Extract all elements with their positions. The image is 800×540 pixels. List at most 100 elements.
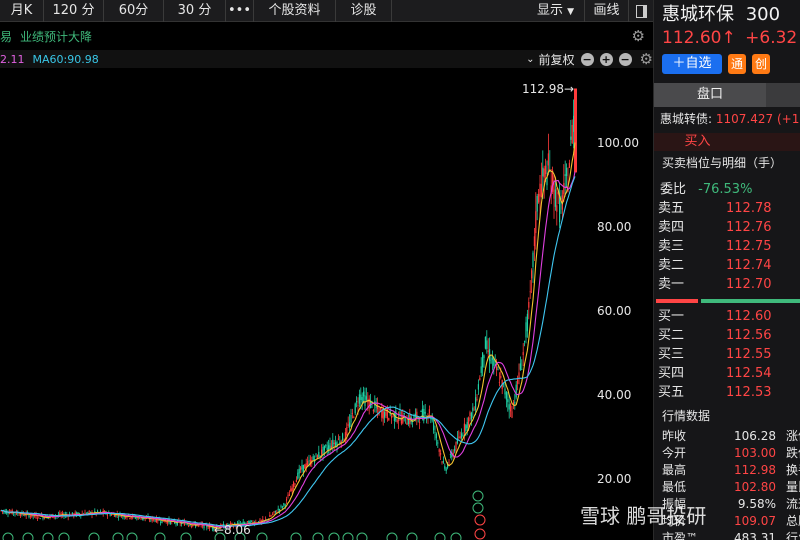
buy-button[interactable]: 买入 (654, 133, 800, 151)
announcement-marker[interactable] (356, 532, 368, 540)
ask-level-row[interactable]: 卖二 112.74 (658, 256, 798, 276)
ask-level-row[interactable]: 卖三 112.75 (658, 237, 798, 257)
announcement-marker[interactable] (290, 532, 302, 540)
bid-level-row[interactable]: 买三 112.55 (658, 345, 798, 365)
gear-icon[interactable]: ⚙ (632, 27, 645, 45)
announcement-marker[interactable] (88, 532, 100, 540)
ask-level-price: 112.76 (726, 220, 772, 235)
ask-level-label: 卖二 (658, 258, 685, 273)
announcement-marker[interactable] (58, 532, 70, 540)
candle-body (514, 401, 516, 404)
announcement-marker[interactable] (386, 532, 398, 540)
candle-body (113, 514, 115, 517)
candle-body (496, 366, 498, 371)
candle-body (29, 515, 31, 517)
announcement-marker[interactable] (256, 532, 268, 540)
candle-body (106, 514, 108, 516)
candle-body (459, 436, 461, 438)
ma-legend: 2.11 MA60:90.98 ⌄ 前复权 − + − ⚙ (0, 50, 653, 68)
announcement-marker[interactable] (126, 532, 138, 540)
candle-body (442, 460, 444, 463)
candle-body (510, 404, 512, 412)
market-data-label: 昨收 (662, 429, 687, 443)
announcement-marker[interactable] (112, 532, 124, 540)
tab-30min[interactable]: 30 分 (164, 0, 226, 22)
announcement-marker[interactable] (180, 532, 192, 540)
zoom-in-icon[interactable]: + (599, 52, 613, 66)
candle-body (522, 352, 524, 355)
candle-body (281, 506, 283, 508)
candle-body (188, 525, 190, 527)
tab-order-book[interactable]: 盘口 (654, 83, 766, 107)
candle-body (337, 438, 339, 440)
ask-level-price: 112.70 (726, 277, 772, 292)
announcement-marker[interactable] (406, 532, 418, 540)
kline-chart[interactable]: 100.00 80.00 60.00 40.00 20.00 112.98→ ←8.06 (0, 68, 653, 540)
announcement-marker[interactable] (2, 532, 14, 540)
candle-body (286, 498, 288, 501)
candle-body (444, 466, 446, 469)
announcement-bar: 易 业绩预计大降 ⚙ (0, 25, 653, 47)
adjust-mode-select[interactable]: 前复权 (539, 51, 575, 68)
ask-level-row[interactable]: 卖五 112.78 (658, 199, 798, 219)
draw-line-button[interactable]: 画线 (585, 0, 629, 22)
bid-level-row[interactable]: 买四 112.54 (658, 364, 798, 384)
notice-text[interactable]: 业绩预计大降 (20, 28, 92, 45)
tab-120min[interactable]: 120 分 (44, 0, 104, 22)
candle-body (528, 301, 530, 308)
order-ratio-value: -76.53% (698, 182, 753, 197)
candle-body (463, 423, 465, 433)
announcement-marker[interactable] (154, 532, 166, 540)
candle-body (554, 189, 556, 207)
candle-body (251, 520, 253, 522)
chevron-down-icon: ▼ (567, 7, 575, 17)
candle-body (531, 270, 533, 279)
display-label: 显示 (536, 3, 563, 18)
bid-level-price: 112.55 (726, 347, 772, 362)
zoom-out-icon[interactable]: − (580, 52, 594, 66)
tab-60min[interactable]: 60分 (104, 0, 164, 22)
y-tick-label: 20.00 (597, 472, 631, 486)
gear-icon[interactable]: ⚙ (640, 50, 653, 68)
tab-monthly-k[interactable]: 月K (0, 0, 44, 22)
candle-body (14, 513, 16, 515)
equity-event-marker[interactable] (474, 514, 486, 526)
chevron-down-icon[interactable]: ⌄ (526, 54, 534, 65)
candle-body (109, 514, 111, 516)
candle-body (293, 481, 295, 487)
candle-body (126, 517, 128, 519)
market-data-value: 103.00 (734, 446, 776, 460)
stock-profile-button[interactable]: 个股资料 (254, 0, 336, 22)
announcement-marker[interactable] (472, 490, 484, 502)
ask-level-row[interactable]: 卖四 112.76 (658, 218, 798, 238)
announcement-marker[interactable] (312, 532, 324, 540)
announcement-marker[interactable] (22, 532, 34, 540)
announcement-marker[interactable] (472, 502, 484, 514)
more-periods-button[interactable]: ••• (226, 0, 254, 22)
convertible-bond-row[interactable]: 惠城转债: 1107.427 (+1 (660, 110, 799, 127)
stock-diagnosis-button[interactable]: 诊股 (336, 0, 392, 22)
market-data-row: 最低 102.80 量比 (662, 479, 800, 496)
ma-short-line (0, 142, 576, 529)
announcement-marker[interactable] (434, 532, 446, 540)
announcement-marker[interactable] (328, 532, 340, 540)
bid-level-label: 买二 (658, 328, 685, 343)
panel-toggle-icon[interactable] (629, 0, 653, 22)
candle-body (533, 236, 535, 247)
bid-level-row[interactable]: 买一 112.60 (658, 307, 798, 327)
reset-icon[interactable]: − (618, 52, 632, 66)
bid-level-row[interactable]: 买二 112.56 (658, 326, 798, 346)
candle-body (118, 516, 120, 518)
announcement-marker[interactable] (450, 532, 462, 540)
candle-body (424, 411, 426, 414)
bid-level-row[interactable]: 买五 112.53 (658, 383, 798, 403)
period-toolbar: 月K 120 分 60分 30 分 ••• 个股资料 诊股 显示 ▼ 画线 (0, 0, 653, 22)
announcement-marker[interactable] (42, 532, 54, 540)
candle-body (487, 350, 489, 352)
announcement-marker[interactable] (342, 532, 354, 540)
candle-body (361, 397, 363, 403)
ask-level-row[interactable]: 卖一 112.70 (658, 275, 798, 295)
display-menu-button[interactable]: 显示 ▼ (527, 0, 585, 22)
add-watchlist-button[interactable]: ＋自选 (662, 54, 722, 74)
equity-event-marker[interactable] (474, 528, 486, 540)
